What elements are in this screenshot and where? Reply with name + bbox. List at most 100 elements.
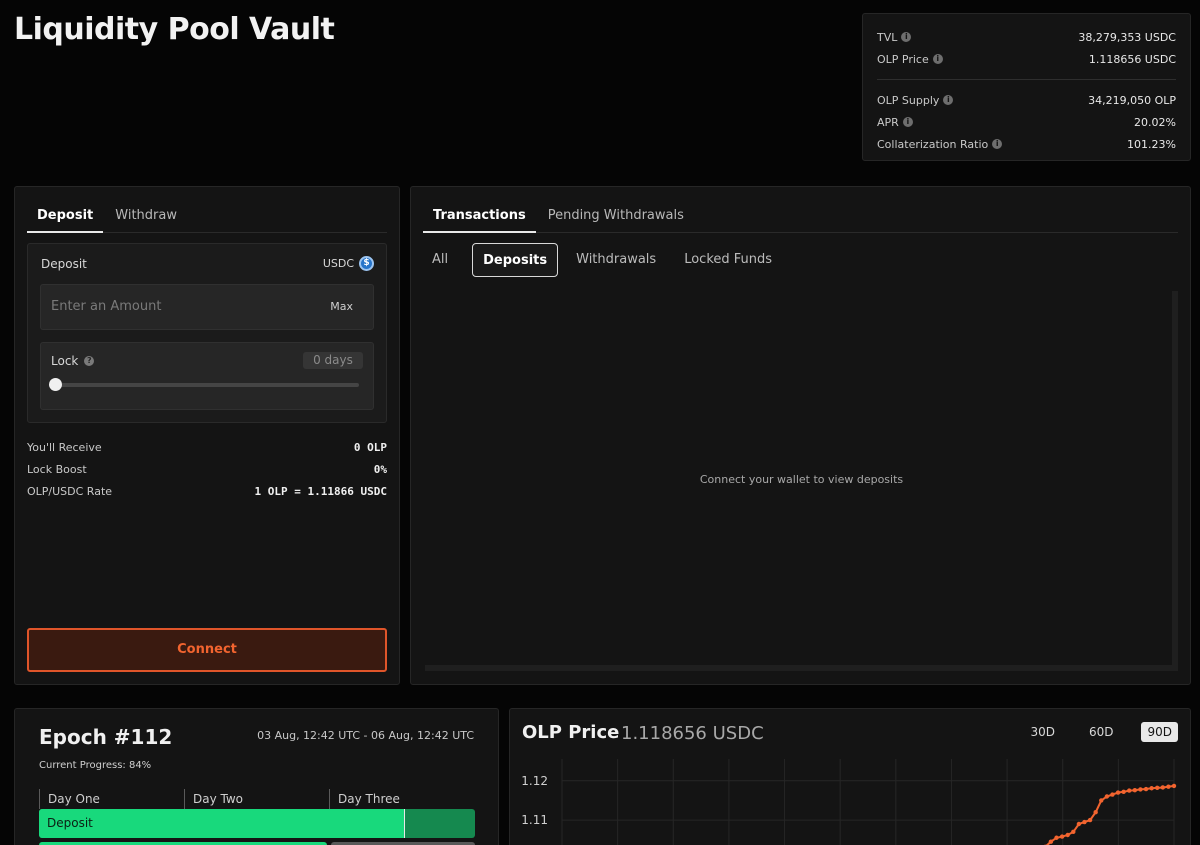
price-point — [1082, 819, 1087, 825]
price-point — [1132, 788, 1138, 793]
price-point — [1065, 832, 1070, 838]
stat-olp-price-value: 1.118656 USDC — [1088, 52, 1176, 66]
summary-receive: You'll Receive 0 OLP — [27, 436, 387, 458]
max-button[interactable]: Max — [330, 300, 353, 313]
info-icon[interactable]: i — [943, 95, 954, 105]
price-point — [1121, 789, 1126, 794]
transaction-filters: All Deposits Withdrawals Locked Funds — [423, 243, 790, 277]
page-title: Liquidity Pool Vault — [14, 12, 335, 47]
summary-lock-boost: Lock Boost 0% — [27, 458, 387, 480]
transactions-tabs: Transactions Pending Withdrawals — [423, 205, 1178, 233]
epoch-days: Day One Day Two Day Three — [39, 789, 475, 809]
price-point — [1087, 817, 1093, 823]
lock-boost-value: 0% — [373, 462, 387, 476]
deposit-panel: Deposit Withdraw Deposit USDC $ Max Lock… — [14, 186, 400, 685]
price-point — [1149, 786, 1154, 791]
stat-collateralization-label: Collaterization Ratio i — [877, 138, 1003, 151]
day-two-label: Day Two — [184, 789, 329, 809]
rate-value: 1 OLP = 1.11866 USDC — [254, 484, 387, 498]
price-point — [1160, 785, 1166, 790]
transactions-list: Connect your wallet to view deposits — [425, 291, 1178, 671]
token-selector: USDC $ — [323, 256, 374, 271]
epoch-progress-bar: Deposit — [39, 809, 475, 838]
lock-boost-label: Lock Boost — [27, 462, 87, 476]
price-point — [1059, 834, 1065, 839]
horizontal-scrollbar[interactable] — [425, 665, 1178, 671]
price-point — [1166, 784, 1171, 789]
stat-tvl-value: 38,279,353 USDC — [1078, 30, 1176, 44]
stat-olp-price-label: OLP Price i — [877, 53, 943, 66]
tab-withdraw[interactable]: Withdraw — [105, 205, 187, 233]
stat-collateralization: Collaterization Ratio i 101.23% — [877, 133, 1176, 155]
price-point — [1099, 798, 1104, 803]
epoch-date-range: 03 Aug, 12:42 UTC - 06 Aug, 12:42 UTC — [257, 729, 474, 742]
olp-price-panel: OLP Price 1.118656 USDC 30D 60D 90D 1.12… — [509, 708, 1191, 845]
stat-apr-label: APR i — [877, 116, 913, 129]
filter-all[interactable]: All — [423, 243, 458, 277]
filter-locked-funds[interactable]: Locked Funds — [674, 243, 782, 277]
price-point — [1076, 821, 1082, 827]
amount-field: Max — [40, 284, 374, 330]
tab-transactions[interactable]: Transactions — [423, 205, 536, 233]
deposit-summary: You'll Receive 0 OLP Lock Boost 0% OLP/U… — [27, 436, 387, 502]
connect-button[interactable]: Connect — [27, 628, 387, 672]
stat-olp-supply-value: 34,219,050 OLP — [1088, 93, 1176, 107]
olp-price-chart: 1.121.111.10 — [521, 759, 1177, 845]
range-60d[interactable]: 60D — [1083, 722, 1120, 742]
epoch-title: Epoch #112 — [39, 725, 173, 749]
rate-label: OLP/USDC Rate — [27, 484, 113, 498]
stats-divider — [877, 79, 1176, 80]
stat-tvl-label: TVL i — [877, 31, 912, 44]
stat-apr: APR i 20.02% — [877, 111, 1176, 133]
price-point — [1143, 786, 1149, 792]
stat-apr-value: 20.02% — [1134, 115, 1176, 129]
deposit-label: Deposit — [41, 257, 87, 271]
epoch-phase-label: Deposit — [47, 816, 93, 830]
filter-deposits[interactable]: Deposits — [472, 243, 559, 277]
y-tick-label: 1.12 — [521, 774, 548, 788]
stat-olp-supply: OLP Supply i 34,219,050 OLP — [877, 89, 1176, 111]
stat-tvl: TVL i 38,279,353 USDC — [877, 26, 1176, 48]
lock-slider-track[interactable] — [53, 383, 359, 387]
summary-rate: OLP/USDC Rate 1 OLP = 1.11866 USDC — [27, 480, 387, 502]
price-point — [1171, 783, 1177, 789]
price-point — [1054, 835, 1059, 840]
epoch-panel: Epoch #112 03 Aug, 12:42 UTC - 06 Aug, 1… — [14, 708, 499, 845]
receive-value: 0 OLP — [353, 440, 387, 454]
price-point — [1071, 829, 1076, 835]
amount-input[interactable] — [51, 299, 301, 314]
help-icon[interactable]: ? — [84, 356, 95, 366]
price-point — [1155, 785, 1160, 791]
lock-slider-thumb[interactable] — [49, 378, 62, 391]
price-point — [1138, 787, 1143, 792]
epoch-progress-text: Current Progress: 84% — [39, 760, 152, 771]
price-point — [1093, 810, 1098, 815]
range-selector: 30D 60D 90D — [1002, 722, 1178, 742]
tab-deposit[interactable]: Deposit — [27, 205, 104, 233]
price-point — [1115, 790, 1121, 795]
tab-pending-withdrawals[interactable]: Pending Withdrawals — [538, 205, 694, 233]
vault-stats-card: TVL i 38,279,353 USDC OLP Price i 1.118656… — [862, 13, 1191, 161]
info-icon[interactable]: i — [992, 139, 1003, 149]
deposit-tabs: Deposit Withdraw — [27, 205, 387, 233]
filter-withdrawals[interactable]: Withdrawals — [566, 243, 666, 277]
price-chart-value: 1.118656 USDC — [621, 723, 764, 744]
info-icon[interactable]: i — [901, 32, 912, 42]
vertical-scrollbar[interactable] — [1172, 291, 1178, 665]
price-point — [1127, 788, 1132, 793]
info-icon[interactable]: i — [932, 54, 943, 64]
lock-section: Lock? 0 days — [40, 342, 374, 410]
stat-olp-supply-label: OLP Supply i — [877, 94, 954, 107]
day-three-label: Day Three — [329, 789, 474, 809]
price-chart-title: OLP Price — [522, 722, 620, 743]
transactions-panel: Transactions Pending Withdrawals All Dep… — [410, 186, 1191, 685]
range-30d[interactable]: 30D — [1024, 722, 1061, 742]
info-icon[interactable]: i — [902, 117, 913, 127]
y-tick-label: 1.11 — [521, 813, 548, 827]
range-90d[interactable]: 90D — [1141, 722, 1178, 742]
lock-label: Lock? — [51, 354, 95, 368]
lock-days-badge: 0 days — [303, 352, 363, 369]
receive-label: You'll Receive — [27, 440, 102, 454]
price-point — [1048, 839, 1054, 844]
deposit-form: Deposit USDC $ Max Lock? 0 days — [27, 243, 387, 423]
